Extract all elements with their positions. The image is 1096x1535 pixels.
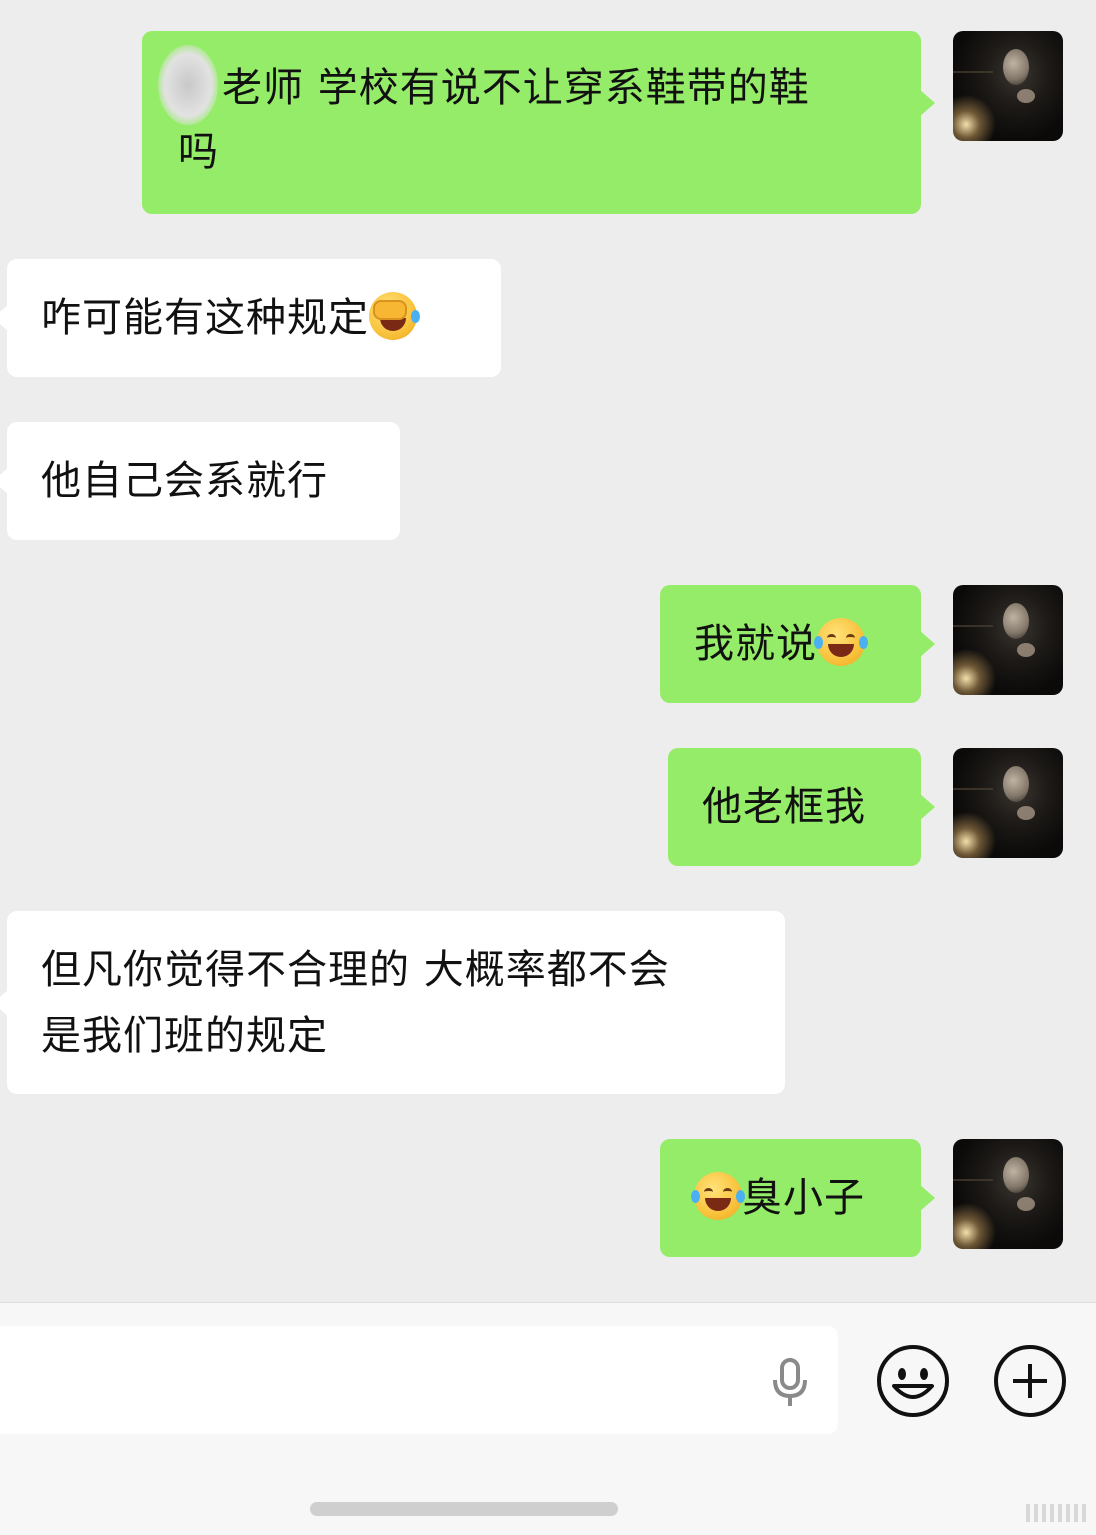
message-text: 臭小子 (742, 1175, 865, 1221)
tears-of-joy-emoji (691, 1172, 745, 1220)
message-bubble-outgoing[interactable]: 他老框我 (668, 748, 935, 866)
message-bubble-incoming[interactable]: 咋可能有这种规定 (0, 259, 501, 377)
message-bubble-outgoing[interactable]: 臭小子 (660, 1139, 935, 1257)
watermark-mark (1026, 1500, 1090, 1522)
my-avatar[interactable] (953, 748, 1063, 858)
emoji-icon[interactable] (876, 1344, 950, 1418)
message-text: 我就说 (694, 621, 817, 667)
message-text: 他自己会系就行 (41, 458, 328, 504)
plus-icon[interactable] (993, 1344, 1067, 1418)
home-indicator[interactable] (310, 1502, 618, 1516)
message-text: 但凡你觉得不合理的 大概率都不会 (41, 947, 670, 993)
my-avatar[interactable] (953, 1139, 1063, 1249)
message-input[interactable] (0, 1326, 838, 1434)
tears-of-joy-emoji (814, 618, 868, 666)
message-text: 他老框我 (702, 784, 866, 830)
message-text: 咋可能有这种规定 (41, 295, 369, 341)
message-text: 老师 学校有说不让穿系鞋带的鞋 (222, 65, 810, 111)
my-avatar[interactable] (953, 585, 1063, 695)
message-text-continued: 是我们班的规定 (41, 1013, 328, 1059)
my-avatar[interactable] (953, 31, 1063, 141)
face-palm-emoji (369, 292, 420, 340)
message-bubble-outgoing[interactable]: 老师 学校有说不让穿系鞋带的鞋 吗 (142, 31, 935, 214)
microphone-icon[interactable] (770, 1358, 810, 1408)
message-bubble-incoming[interactable]: 但凡你觉得不合理的 大概率都不会 是我们班的规定 (0, 911, 785, 1094)
message-text-continued: 吗 (178, 129, 219, 175)
message-bubble-outgoing[interactable]: 我就说 (660, 585, 935, 703)
message-bubble-incoming[interactable]: 他自己会系就行 (0, 422, 400, 540)
